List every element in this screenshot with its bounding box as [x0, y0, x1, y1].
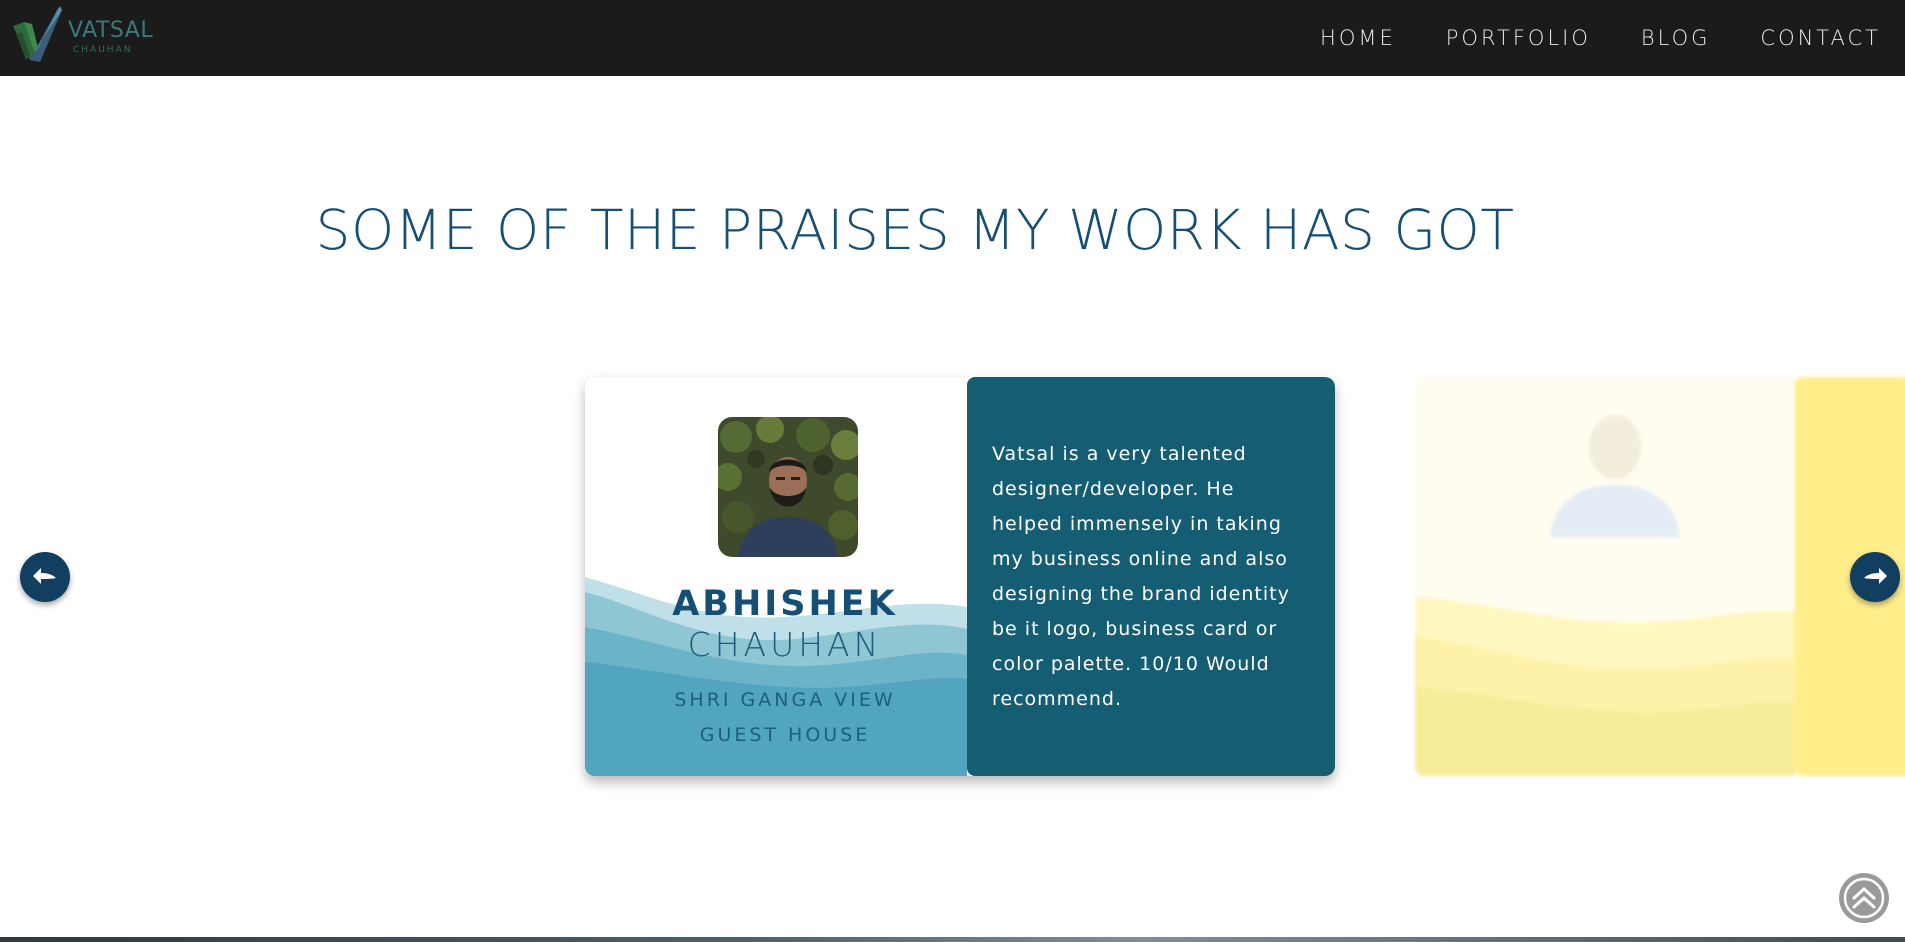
nav-home[interactable]: HOME: [1320, 26, 1396, 50]
carousel-prev-button[interactable]: [20, 552, 70, 602]
faded-client-graphic: [1415, 415, 1795, 776]
nav-portfolio[interactable]: PORTFOLIO: [1446, 26, 1591, 50]
double-chevron-up-icon: [1843, 877, 1885, 919]
page: VATSAL CHAUHAN HOME PORTFOLIO BLOG CONTA…: [0, 0, 1905, 942]
logo-name: VATSAL: [68, 18, 154, 43]
checkmark-v-icon: [13, 6, 62, 62]
bottom-strip: [0, 937, 1905, 942]
carousel-next-button[interactable]: [1850, 552, 1900, 602]
main-nav: HOME PORTFOLIO BLOG CONTACT: [1270, 0, 1881, 76]
testimonial-card: ABHISHEK CHAUHAN SHRI GANGA VIEW GUEST H…: [585, 377, 1335, 776]
testimonial-card-next: [1415, 377, 1905, 776]
navbar: VATSAL CHAUHAN HOME PORTFOLIO BLOG CONTA…: [0, 0, 1905, 76]
quote-box: Vatsal is a very talented designer/devel…: [967, 377, 1335, 776]
section-title: SOME OF THE PRAISES MY WORK HAS GOT: [315, 198, 1515, 262]
arrow-left-icon: [33, 568, 56, 584]
quote-text: Vatsal is a very talented designer/devel…: [992, 443, 1290, 710]
logo-subtitle: CHAUHAN: [73, 45, 133, 55]
client-first-name: ABHISHEK: [672, 584, 898, 624]
arrow-right-icon: [1864, 568, 1887, 584]
client-company: SHRI GANGA VIEW GUEST HOUSE: [674, 689, 896, 746]
client-last-name: CHAUHAN: [687, 625, 883, 664]
avatar-photo: [718, 417, 858, 557]
nav-contact[interactable]: CONTACT: [1760, 26, 1881, 50]
client-avatar: [718, 417, 858, 557]
nav-blog[interactable]: BLOG: [1641, 26, 1711, 50]
client-panel-next: [1415, 377, 1795, 776]
testimonial-carousel: ABHISHEK CHAUHAN SHRI GANGA VIEW GUEST H…: [0, 370, 1905, 790]
back-to-top-button[interactable]: [1839, 873, 1889, 923]
site-logo[interactable]: VATSAL CHAUHAN: [10, 4, 153, 70]
client-panel: ABHISHEK CHAUHAN SHRI GANGA VIEW GUEST H…: [585, 377, 967, 776]
